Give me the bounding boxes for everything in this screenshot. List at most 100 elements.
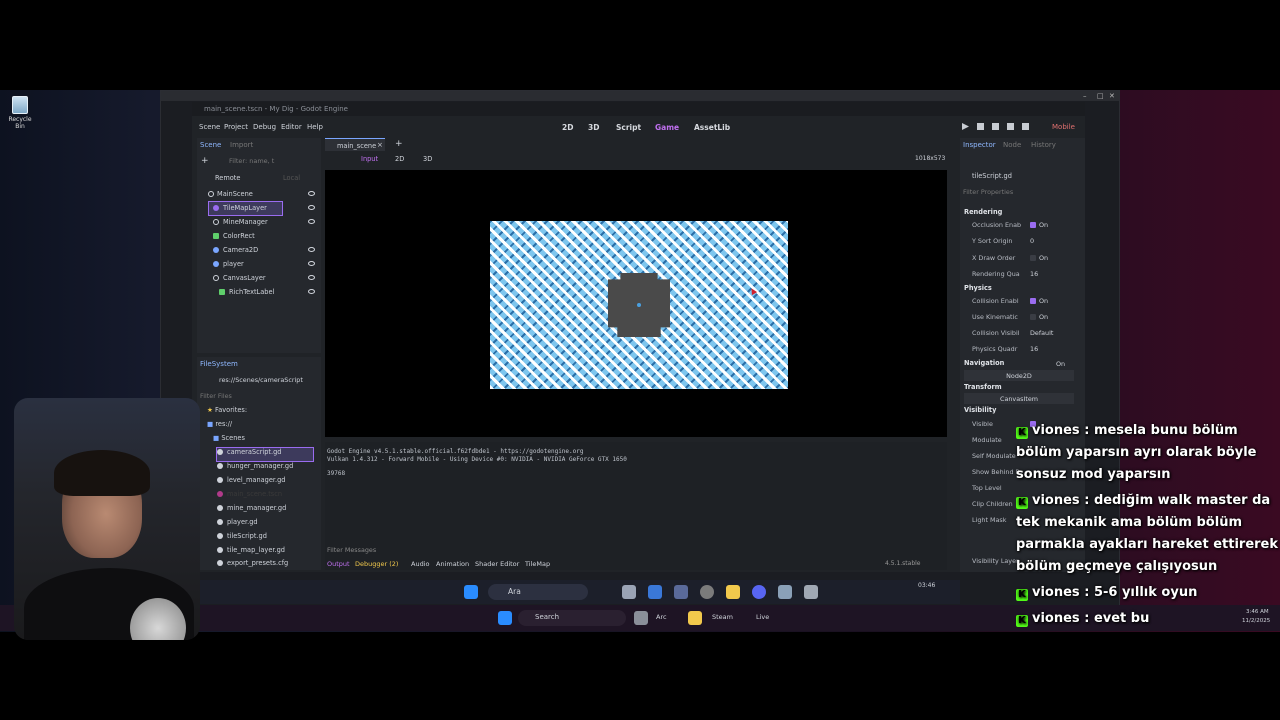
file-tilescript[interactable]: tileScript.gd xyxy=(217,532,267,545)
tree-node-player[interactable]: player xyxy=(197,258,319,271)
file-explorer-icon[interactable] xyxy=(688,611,702,625)
tree-node-richtextlabel[interactable]: RichTextLabel xyxy=(197,286,319,299)
filter-properties-input[interactable]: Filter Properties xyxy=(963,188,1013,196)
input-toggle[interactable]: Input xyxy=(361,155,378,163)
navigation-toggle[interactable]: On xyxy=(1056,360,1065,368)
filter-files-input[interactable]: Filter Files xyxy=(200,392,232,400)
prop-ysort[interactable]: Y Sort Origin 0 xyxy=(960,234,1078,247)
scenes-folder[interactable]: ■ Scenes xyxy=(213,434,245,447)
menu-help[interactable]: Help xyxy=(307,123,323,131)
tree-node-mainscene[interactable]: MainScene xyxy=(197,188,319,201)
favorites-row[interactable]: ★ Favorites: xyxy=(207,406,247,419)
file-tile-map-layer[interactable]: tile_map_layer.gd xyxy=(217,546,285,559)
menu-editor[interactable]: Editor xyxy=(281,123,302,131)
section-physics[interactable]: Physics xyxy=(964,284,992,292)
arc-app[interactable]: Arc xyxy=(656,613,667,621)
godot-taskbar-icon[interactable] xyxy=(674,585,688,599)
tab-output[interactable]: Output xyxy=(327,560,350,568)
tab-history[interactable]: History xyxy=(1031,141,1056,149)
file-export-presets[interactable]: export_presets.cfg xyxy=(217,559,288,572)
tree-node-tilemaplayer[interactable]: TileMapLayer xyxy=(197,201,319,216)
file-level-manager[interactable]: level_manager.gd xyxy=(217,476,285,489)
tree-node-camera2d[interactable]: Camera2D xyxy=(197,244,319,257)
visibility-eye-icon[interactable] xyxy=(308,261,315,266)
section-rendering[interactable]: Rendering xyxy=(964,208,1002,216)
tab-node[interactable]: Node xyxy=(1003,141,1021,149)
prop-use-kinematic[interactable]: Use Kinematic On xyxy=(960,310,1078,323)
workspace-3d[interactable]: 3D xyxy=(588,123,599,132)
filesystem-path[interactable]: res://Scenes/cameraScript xyxy=(219,376,303,384)
local-search-box[interactable]: Search xyxy=(518,610,626,626)
prop-collision-enabled[interactable]: Collision Enabl On xyxy=(960,294,1078,307)
checkbox-icon[interactable] xyxy=(1030,314,1036,320)
menu-project[interactable]: Project xyxy=(224,123,248,131)
tab-animation[interactable]: Animation xyxy=(436,560,469,568)
tab-tilemap[interactable]: TileMap xyxy=(525,560,550,568)
close-tab-icon[interactable]: × xyxy=(377,141,383,149)
tree-node-minemanager[interactable]: MineManager xyxy=(197,216,319,229)
task-view-icon[interactable] xyxy=(634,611,648,625)
app-icon[interactable] xyxy=(778,585,792,599)
workspace-2d[interactable]: 2D xyxy=(562,123,573,132)
workspace-script[interactable]: Script xyxy=(616,123,641,132)
file-explorer-icon[interactable] xyxy=(726,585,740,599)
node2d-header[interactable]: Node2D xyxy=(964,370,1074,381)
file-main-scene[interactable]: main_scene.tscn xyxy=(217,490,282,503)
stop-icon[interactable] xyxy=(992,123,999,130)
minimize-icon[interactable]: – xyxy=(1083,92,1087,100)
tab-import[interactable]: Import xyxy=(230,141,253,149)
task-view-icon[interactable] xyxy=(622,585,636,599)
canvasitem-header[interactable]: CanvasItem xyxy=(964,393,1074,404)
tree-node-colorrect[interactable]: ColorRect xyxy=(197,230,319,243)
visibility-eye-icon[interactable] xyxy=(308,205,315,210)
visibility-eye-icon[interactable] xyxy=(308,219,315,224)
app-icon[interactable] xyxy=(700,585,714,599)
prop-occlusion[interactable]: Occlusion Enab On xyxy=(960,218,1078,231)
inspected-resource[interactable]: tileScript.gd xyxy=(972,172,1012,180)
file-player[interactable]: player.gd xyxy=(217,518,258,531)
prop-rendering-quadrant[interactable]: Rendering Qua 16 xyxy=(960,267,1078,280)
tree-node-canvaslayer[interactable]: CanvasLayer xyxy=(197,272,319,285)
maximize-icon[interactable]: □ xyxy=(1097,92,1104,100)
windows-start-icon[interactable] xyxy=(498,611,512,625)
section-visibility[interactable]: Visibility xyxy=(964,406,996,414)
file-camerascript[interactable]: cameraScript.gd xyxy=(216,447,314,462)
renderer-select[interactable]: Mobile xyxy=(1052,123,1075,131)
editor-tab-main-scene[interactable]: main_scene × xyxy=(325,138,385,151)
remote-tab[interactable]: Remote xyxy=(215,174,240,182)
live-app[interactable]: Live xyxy=(756,613,769,621)
add-node-icon[interactable]: + xyxy=(201,156,209,166)
menu-debug[interactable]: Debug xyxy=(253,123,276,131)
new-tab-icon[interactable]: + xyxy=(395,139,403,149)
play-scene-icon[interactable] xyxy=(1007,123,1014,130)
toolbar-2d[interactable]: 2D xyxy=(395,155,404,163)
visibility-eye-icon[interactable] xyxy=(308,247,315,252)
app-icon[interactable] xyxy=(648,585,662,599)
tab-shader-editor[interactable]: Shader Editor xyxy=(475,560,519,568)
file-hunger-manager[interactable]: hunger_manager.gd xyxy=(217,462,293,475)
menu-scene[interactable]: Scene xyxy=(199,123,220,131)
section-navigation[interactable]: Navigation xyxy=(964,359,1004,367)
root-folder[interactable]: ■ res:// xyxy=(207,420,232,433)
steam-app[interactable]: Steam xyxy=(712,613,733,621)
scene-filter-input[interactable]: Filter: name, t xyxy=(229,157,274,165)
close-icon[interactable]: ✕ xyxy=(1109,92,1115,100)
workspace-game[interactable]: Game xyxy=(655,123,679,132)
local-tab[interactable]: Local xyxy=(283,174,300,182)
checkbox-icon[interactable] xyxy=(1030,222,1036,228)
prop-collision-visibility[interactable]: Collision Visibil Default xyxy=(960,326,1078,339)
visibility-eye-icon[interactable] xyxy=(308,289,315,294)
filter-messages-input[interactable]: Filter Messages xyxy=(327,546,376,554)
play-custom-icon[interactable] xyxy=(1022,123,1029,130)
file-mine-manager[interactable]: mine_manager.gd xyxy=(217,504,286,517)
visibility-eye-icon[interactable] xyxy=(308,275,315,280)
checkbox-icon[interactable] xyxy=(1030,255,1036,261)
windows-start-icon[interactable] xyxy=(464,585,478,599)
play-icon[interactable] xyxy=(962,123,969,130)
tab-audio[interactable]: Audio xyxy=(411,560,429,568)
visibility-eye-icon[interactable] xyxy=(308,191,315,196)
prop-physics-quadrant[interactable]: Physics Quadr 16 xyxy=(960,342,1078,355)
remote-search-box[interactable]: Ara xyxy=(488,584,588,600)
workspace-assetlib[interactable]: AssetLib xyxy=(694,123,730,132)
prop-xdraw[interactable]: X Draw Order On xyxy=(960,251,1078,264)
